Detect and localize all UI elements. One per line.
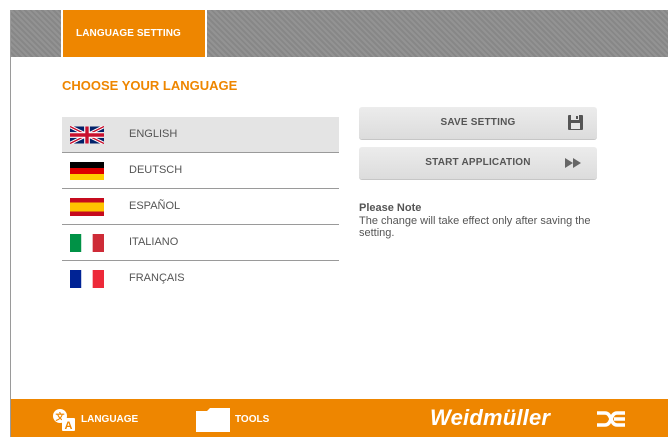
- language-item-francais[interactable]: FRANÇAIS: [62, 261, 339, 297]
- language-list: ENGLISH DEUTSCH ESPAÑOL ITALIANO FRANÇAI…: [62, 117, 339, 297]
- france-flag-icon: [70, 270, 104, 288]
- language-item-espanol[interactable]: ESPAÑOL: [62, 189, 339, 225]
- weidmuller-logo-icon: [597, 411, 625, 427]
- top-bar: LANGUAGE SETTING: [11, 10, 668, 57]
- bottom-bar: 文 A LANGUAGE TOOLS Weidmüller: [11, 399, 668, 437]
- nav-language-label: LANGUAGE: [81, 414, 139, 425]
- start-application-label: START APPLICATION: [425, 157, 531, 168]
- start-application-button[interactable]: START APPLICATION: [359, 147, 597, 179]
- save-setting-button[interactable]: SAVE SETTING: [359, 107, 597, 139]
- svg-text:A: A: [65, 420, 73, 432]
- fast-forward-icon: [565, 158, 581, 168]
- tab-label: LANGUAGE SETTING: [76, 28, 181, 39]
- note-text: The change will take effect only after s…: [359, 215, 591, 239]
- language-label: ENGLISH: [129, 128, 178, 140]
- page-title: CHOOSE YOUR LANGUAGE: [62, 78, 238, 93]
- uk-flag-icon: [70, 126, 104, 144]
- save-setting-label: SAVE SETTING: [440, 117, 516, 128]
- language-label: ESPAÑOL: [129, 200, 181, 212]
- floppy-disk-icon: [568, 115, 583, 130]
- spain-flag-icon: [70, 198, 104, 216]
- language-label: DEUTSCH: [129, 164, 183, 176]
- language-item-english[interactable]: ENGLISH: [62, 117, 339, 153]
- language-item-italiano[interactable]: ITALIANO: [62, 225, 339, 261]
- language-label: ITALIANO: [129, 236, 179, 248]
- language-item-deutsch[interactable]: DEUTSCH: [62, 153, 339, 189]
- nav-tools-label: TOOLS: [235, 414, 270, 425]
- germany-flag-icon: [70, 162, 104, 180]
- language-icon: 文 A: [53, 409, 75, 432]
- note-title: Please Note: [359, 202, 422, 214]
- folder-icon: [196, 408, 230, 432]
- app-window: LANGUAGE SETTING CHOOSE YOUR LANGUAGE EN…: [10, 10, 668, 437]
- language-label: FRANÇAIS: [129, 272, 185, 284]
- brand-name: Weidmüller: [430, 405, 551, 430]
- tab-language-setting[interactable]: LANGUAGE SETTING: [61, 10, 207, 57]
- italy-flag-icon: [70, 234, 104, 252]
